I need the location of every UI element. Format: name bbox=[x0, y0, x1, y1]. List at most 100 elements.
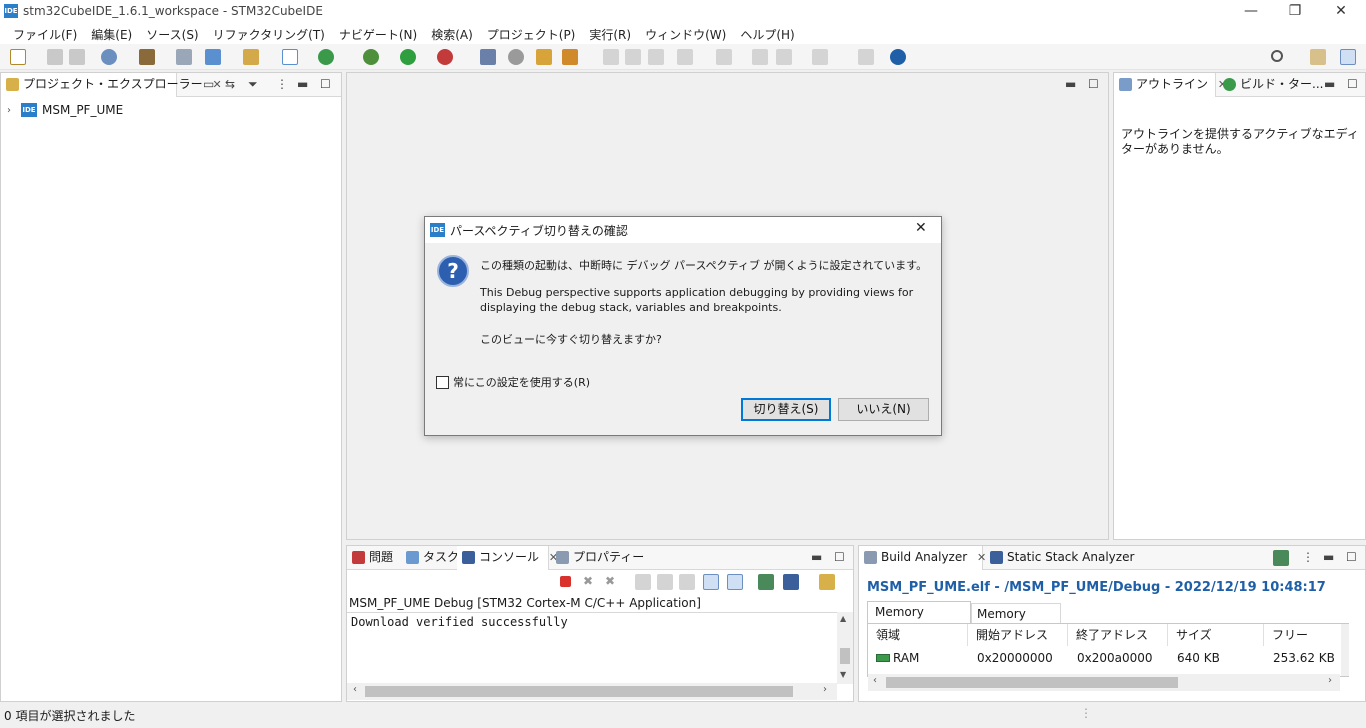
minimize-view-icon[interactable]: ▬ bbox=[297, 77, 308, 91]
scroll-left-icon[interactable]: ‹ bbox=[873, 675, 877, 686]
display-console-icon[interactable] bbox=[783, 574, 799, 590]
remove-all-icon[interactable]: ✖ bbox=[605, 574, 615, 588]
last-edit-icon[interactable] bbox=[752, 49, 768, 65]
minimize-view-icon[interactable]: ▬ bbox=[811, 550, 822, 564]
tab-outline[interactable]: アウトライン ✕ bbox=[1114, 73, 1227, 97]
scroll-down-icon[interactable]: ▼ bbox=[840, 670, 846, 679]
scroll-lock-icon[interactable] bbox=[657, 574, 673, 590]
block-select-icon[interactable] bbox=[625, 49, 641, 65]
menu-edit[interactable]: 編集(E) bbox=[84, 26, 139, 43]
new-file-icon[interactable] bbox=[10, 49, 26, 65]
dialog-close-icon[interactable]: ✕ bbox=[915, 220, 927, 236]
tab-tasks[interactable]: タスク bbox=[401, 546, 459, 570]
prev-annotation-icon[interactable] bbox=[716, 49, 732, 65]
pin-console-icon[interactable] bbox=[758, 574, 774, 590]
minimize-button[interactable]: — bbox=[1228, 0, 1274, 24]
scroll-right-icon[interactable]: › bbox=[1328, 675, 1332, 686]
table-hscroll-thumb[interactable] bbox=[886, 677, 1178, 688]
external-tools-icon[interactable] bbox=[437, 49, 453, 65]
device-icon[interactable] bbox=[176, 49, 192, 65]
view-menu-icon[interactable]: ⋮ bbox=[276, 77, 288, 91]
open-console-icon[interactable] bbox=[819, 574, 835, 590]
next-annotation-icon[interactable] bbox=[677, 49, 693, 65]
forward-icon[interactable] bbox=[812, 49, 828, 65]
menu-project[interactable]: プロジェクト(P) bbox=[480, 26, 583, 43]
minimize-view-icon[interactable]: ▬ bbox=[1323, 550, 1334, 564]
menu-help[interactable]: ヘルプ(H) bbox=[733, 26, 801, 43]
table-vscroll[interactable] bbox=[1341, 624, 1349, 676]
new-folder-icon[interactable] bbox=[243, 49, 259, 65]
remove-launch-icon[interactable]: ✖ bbox=[583, 574, 593, 588]
info-icon[interactable] bbox=[890, 49, 906, 65]
table-hscroll[interactable]: ‹ › bbox=[868, 674, 1340, 691]
new-source-icon[interactable] bbox=[282, 49, 298, 65]
link-editor-icon[interactable]: ⇆ bbox=[225, 77, 235, 91]
close-button[interactable]: ✕ bbox=[1318, 0, 1364, 24]
maximize-view-icon[interactable]: ☐ bbox=[1347, 77, 1358, 91]
table-row[interactable]: RAM 0x20000000 0x200a0000 640 KB 253.62 … bbox=[868, 648, 1348, 668]
open-type-icon[interactable] bbox=[536, 49, 552, 65]
debug-bug-icon[interactable] bbox=[363, 49, 379, 65]
word-wrap-icon[interactable] bbox=[679, 574, 695, 590]
tab-project-explorer[interactable]: プロジェクト・エクスプローラー ✕ bbox=[1, 73, 222, 97]
terminal-icon[interactable] bbox=[508, 49, 524, 65]
new-class-icon[interactable] bbox=[318, 49, 334, 65]
minimize-view-icon[interactable]: ▬ bbox=[1324, 77, 1335, 91]
col-free[interactable]: フリー bbox=[1264, 624, 1348, 646]
editor-maximize-icon[interactable]: ☐ bbox=[1088, 77, 1099, 91]
search-icon[interactable] bbox=[1271, 50, 1283, 62]
console-hscroll[interactable]: ‹ › bbox=[347, 683, 837, 700]
menu-run[interactable]: 実行(R) bbox=[582, 26, 638, 43]
tab-memory-details[interactable]: Memory Details bbox=[971, 603, 1061, 641]
scroll-right-icon[interactable]: › bbox=[823, 684, 827, 695]
save-icon[interactable] bbox=[47, 49, 63, 65]
show-on-output-icon[interactable] bbox=[703, 574, 719, 590]
col-end-address[interactable]: 終了アドレス bbox=[1068, 624, 1168, 646]
maximize-view-icon[interactable]: ☐ bbox=[1346, 550, 1357, 564]
hscroll-thumb[interactable] bbox=[365, 686, 793, 697]
search-wand-icon[interactable] bbox=[562, 49, 578, 65]
always-use-checkbox[interactable] bbox=[436, 375, 449, 389]
terminate-icon[interactable] bbox=[560, 576, 571, 587]
build-hammer-icon[interactable] bbox=[139, 49, 155, 65]
open-perspective-icon[interactable] bbox=[1310, 49, 1326, 65]
col-size[interactable]: サイズ bbox=[1168, 624, 1264, 646]
always-use-setting-checkbox-row[interactable]: 常にこの設定を使用する(R) bbox=[436, 374, 590, 390]
col-region[interactable]: 領域 bbox=[868, 624, 968, 646]
save-all-icon[interactable] bbox=[69, 49, 85, 65]
scroll-up-icon[interactable]: ▲ bbox=[840, 614, 846, 623]
maximize-view-icon[interactable]: ☐ bbox=[834, 550, 845, 564]
manage-configurations-icon[interactable] bbox=[101, 49, 117, 65]
run-icon[interactable] bbox=[400, 49, 416, 65]
tab-memory-regions[interactable]: Memory Regions bbox=[867, 601, 971, 639]
scroll-thumb[interactable] bbox=[840, 648, 850, 664]
restore-button[interactable]: ❐ bbox=[1272, 0, 1318, 24]
maximize-view-icon[interactable]: ☐ bbox=[320, 77, 331, 91]
show-whitespace-icon[interactable] bbox=[648, 49, 664, 65]
scroll-left-icon[interactable]: ‹ bbox=[353, 684, 357, 695]
menu-file[interactable]: ファイル(F) bbox=[6, 26, 84, 43]
chevron-right-icon[interactable]: › bbox=[7, 105, 21, 116]
collapse-all-icon[interactable]: ▭ bbox=[203, 77, 214, 91]
switch-button[interactable]: 切り替え(S) bbox=[741, 398, 831, 421]
tab-build-analyzer[interactable]: Build Analyzer ✕ bbox=[859, 546, 986, 570]
clear-console-icon[interactable] bbox=[635, 574, 651, 590]
tab-properties[interactable]: プロパティー bbox=[551, 546, 644, 570]
menu-window[interactable]: ウィンドウ(W) bbox=[638, 26, 733, 43]
pin-editor-icon[interactable] bbox=[858, 49, 874, 65]
filter-icon[interactable]: ⏷ bbox=[248, 77, 258, 92]
menu-navigate[interactable]: ナビゲート(N) bbox=[332, 26, 424, 43]
tab-problems[interactable]: 問題 bbox=[347, 546, 399, 570]
console-output-area[interactable]: Download verified successfully bbox=[347, 612, 837, 684]
editor-minimize-icon[interactable]: ▬ bbox=[1065, 77, 1076, 91]
show-on-error-icon[interactable] bbox=[727, 574, 743, 590]
menu-refactor[interactable]: リファクタリング(T) bbox=[206, 26, 332, 43]
toggle-mark-icon[interactable] bbox=[603, 49, 619, 65]
pin-view-icon[interactable] bbox=[1273, 550, 1289, 566]
col-start-address[interactable]: 開始アドレス bbox=[968, 624, 1068, 646]
view-menu-icon[interactable]: ⋮ bbox=[1302, 550, 1314, 564]
new-project-icon[interactable] bbox=[205, 49, 221, 65]
skip-breakpoints-icon[interactable] bbox=[480, 49, 496, 65]
menu-search[interactable]: 検索(A) bbox=[424, 26, 480, 43]
tab-static-stack-analyzer[interactable]: Static Stack Analyzer bbox=[985, 546, 1134, 570]
